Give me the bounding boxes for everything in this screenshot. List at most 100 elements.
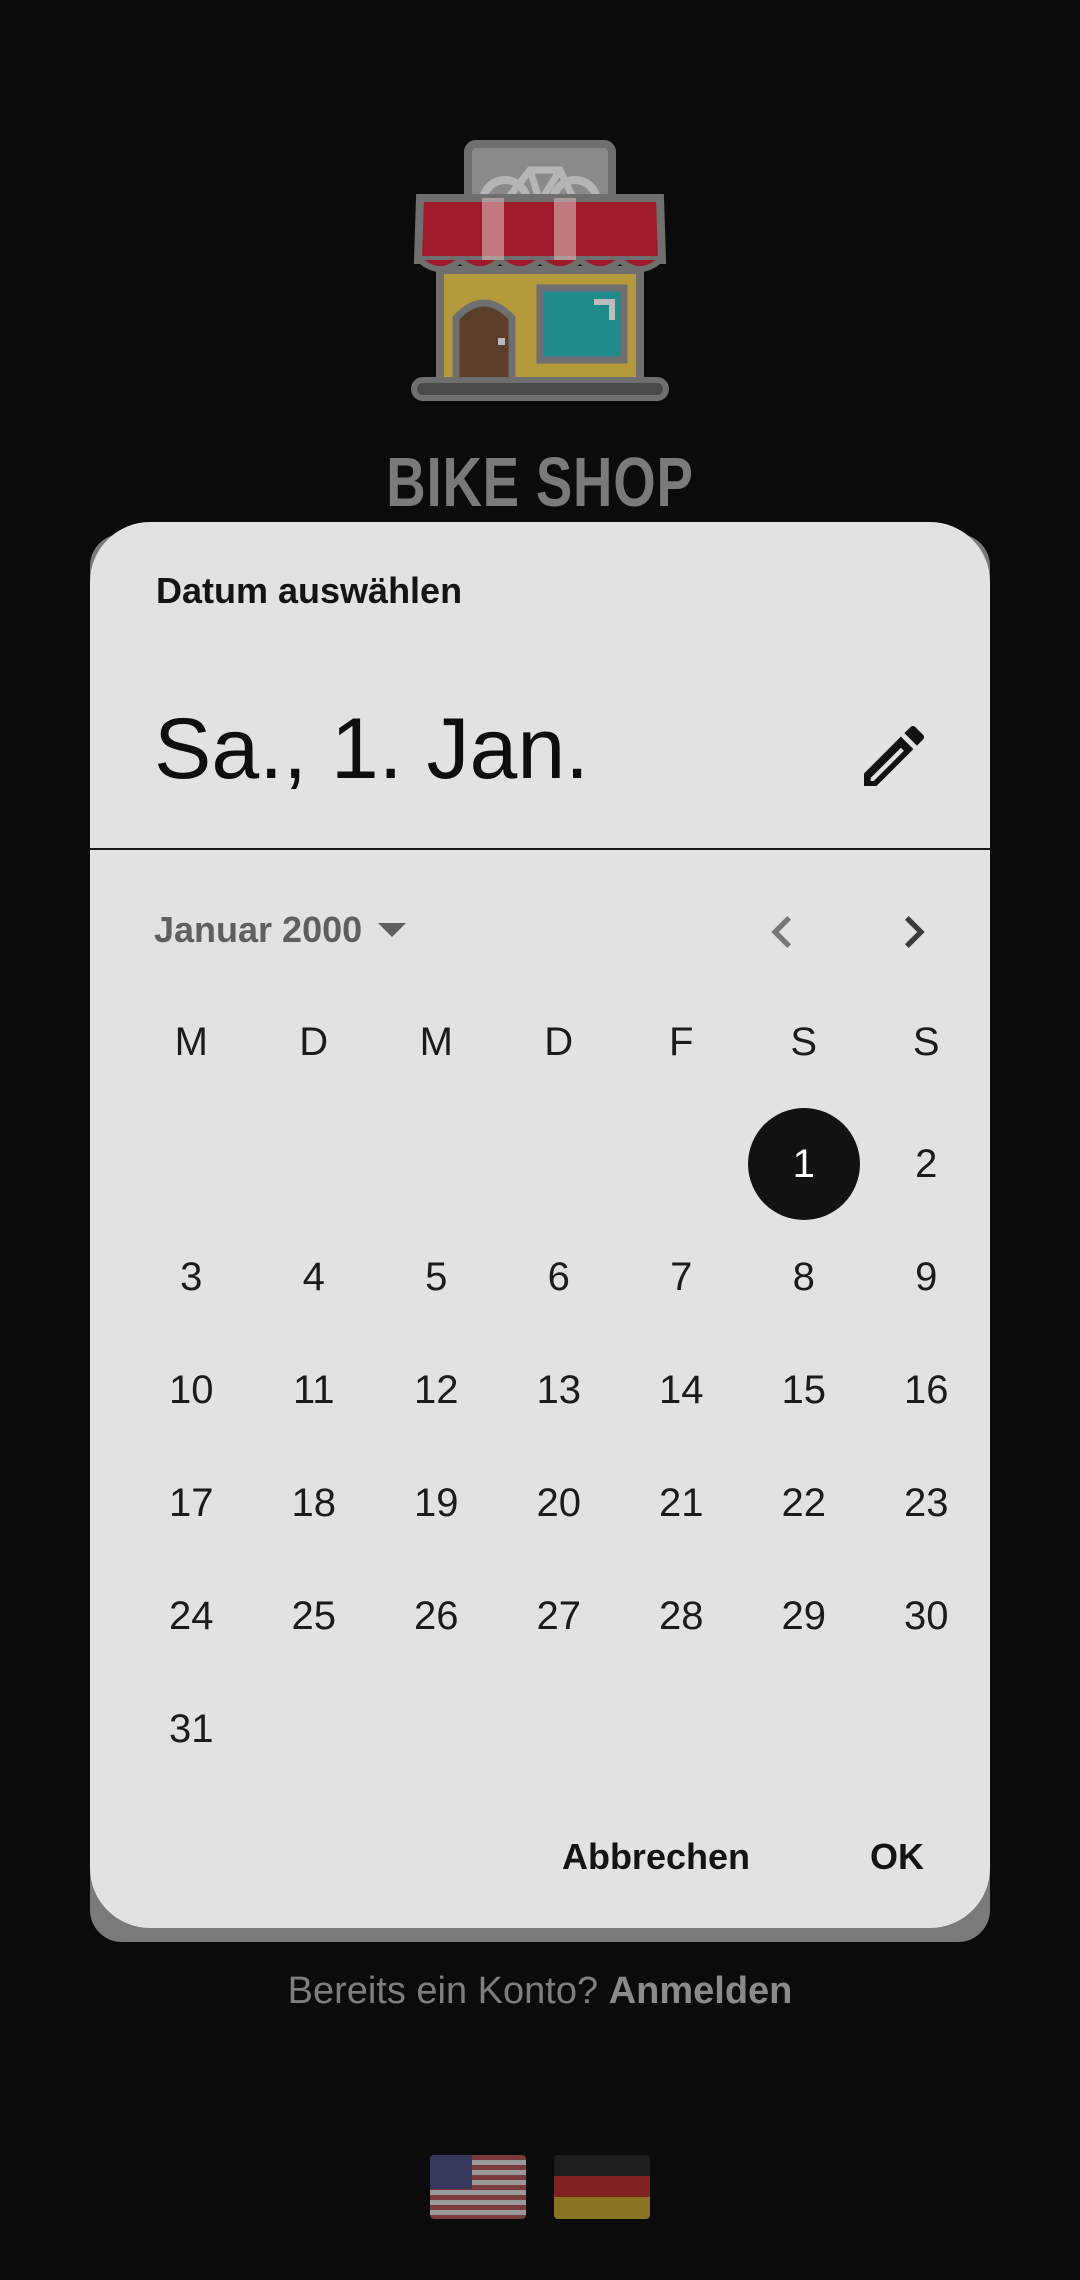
calendar-day-selected[interactable]: 1 [743, 1108, 866, 1220]
calendar-day-number: 10 [169, 1368, 214, 1412]
calendar-empty-cell [253, 1108, 376, 1220]
weekday-label: M [419, 1020, 453, 1064]
login-prompt-text: Bereits ein Konto? [287, 1970, 599, 2012]
cancel-button[interactable]: Abbrechen [562, 1836, 750, 1878]
ok-button[interactable]: OK [870, 1836, 924, 1878]
calendar-day-number: 8 [792, 1255, 815, 1299]
pencil-icon[interactable] [854, 716, 934, 796]
calendar-week-row: 12 [130, 1108, 988, 1220]
calendar-week-row: 3 4 5 6 7 8 9 [130, 1221, 988, 1333]
calendar-day[interactable]: 21 [620, 1447, 743, 1559]
calendar-empty-cell [498, 1673, 621, 1785]
login-link[interactable]: Anmelden [609, 1970, 793, 2012]
calendar-day[interactable]: 6 [498, 1221, 621, 1333]
weekday-label: D [544, 1020, 574, 1064]
calendar-day-number: 14 [659, 1368, 704, 1412]
calendar-empty-cell [375, 1673, 498, 1785]
calendar-day-number: 24 [169, 1594, 214, 1638]
calendar-day-number: 31 [169, 1707, 214, 1751]
dialog-actions: Abbrechen OK [562, 1836, 924, 1878]
calendar-day[interactable]: 19 [375, 1447, 498, 1559]
calendar-day[interactable]: 11 [253, 1334, 376, 1446]
calendar-day[interactable]: 29 [743, 1560, 866, 1672]
calendar-day[interactable]: 18 [253, 1447, 376, 1559]
calendar-day[interactable]: 31 [130, 1673, 253, 1785]
dialog-title: Datum auswählen [156, 570, 463, 611]
calendar-day[interactable]: 30 [865, 1560, 988, 1672]
calendar-day[interactable]: 10 [130, 1334, 253, 1446]
calendar-day-number: 23 [904, 1481, 949, 1525]
calendar-day[interactable]: 22 [743, 1447, 866, 1559]
calendar-empty-cell [498, 1108, 621, 1220]
calendar-day-number: 19 [414, 1481, 459, 1525]
calendar-day-number: 3 [180, 1255, 203, 1299]
calendar-day-number: 27 [536, 1594, 582, 1638]
chevron-left-icon[interactable] [750, 900, 814, 964]
us-flag-icon[interactable] [430, 2155, 526, 2219]
calendar-day[interactable]: 20 [498, 1447, 621, 1559]
calendar-day-number: 30 [904, 1594, 949, 1638]
calendar-day[interactable]: 9 [865, 1221, 988, 1333]
calendar-day[interactable]: 25 [253, 1560, 376, 1672]
calendar-day-number: 25 [291, 1594, 337, 1638]
calendar-day[interactable]: 24 [130, 1560, 253, 1672]
calendar-day-number: 17 [169, 1481, 214, 1525]
calendar-week-row: 31 [130, 1673, 988, 1785]
chevron-right-icon[interactable] [882, 900, 946, 964]
selected-date-headline: Sa., 1. Jan. [154, 701, 590, 797]
calendar-empty-cell [865, 1673, 988, 1785]
calendar-day[interactable]: 15 [743, 1334, 866, 1446]
calendar-week-row: 10 11 12 13 14 15 16 [130, 1334, 988, 1446]
calendar-day-number: 16 [904, 1368, 949, 1412]
calendar-day-number: 7 [670, 1255, 693, 1299]
month-year-label: Januar 2000 [154, 909, 363, 950]
calendar-day[interactable]: 17 [130, 1447, 253, 1559]
calendar-empty-cell [620, 1108, 743, 1220]
calendar-day[interactable]: 14 [620, 1334, 743, 1446]
calendar-day-number: 20 [536, 1481, 582, 1525]
brand-title: BIKE SHOP [386, 443, 694, 521]
calendar-empty-cell [375, 1108, 498, 1220]
calendar-empty-cell [130, 1108, 253, 1220]
calendar-day-number: 9 [915, 1255, 938, 1299]
calendar-day-number: 26 [414, 1594, 459, 1638]
calendar-day[interactable]: 23 [865, 1447, 988, 1559]
calendar-day[interactable]: 27 [498, 1560, 621, 1672]
month-year-selector[interactable]: Januar 2000 [154, 900, 407, 960]
calendar-day[interactable]: 12 [375, 1334, 498, 1446]
calendar-day[interactable]: 5 [375, 1221, 498, 1333]
de-flag-icon[interactable] [554, 2155, 650, 2219]
calendar-day[interactable]: 13 [498, 1334, 621, 1446]
calendar-day-number: 1 [747, 1108, 860, 1220]
calendar-empty-cell [743, 1673, 866, 1785]
dropdown-caret-icon [378, 923, 407, 937]
date-picker-dialog: Datum auswählen Sa., 1. Jan. Januar 2000… [90, 522, 990, 1928]
bike-shop-logo [411, 140, 669, 401]
calendar-day-number: 4 [302, 1255, 325, 1299]
calendar-day[interactable]: 28 [620, 1560, 743, 1672]
calendar-day[interactable]: 8 [743, 1221, 866, 1333]
calendar-day[interactable]: 2 [865, 1108, 988, 1220]
weekday-label: S [912, 1020, 940, 1064]
weekday-label: M [174, 1020, 208, 1064]
calendar-day[interactable]: 3 [130, 1221, 253, 1333]
calendar-day[interactable]: 7 [620, 1221, 743, 1333]
calendar-day-number: 21 [659, 1481, 704, 1525]
calendar-day[interactable]: 26 [375, 1560, 498, 1672]
calendar-day-number: 2 [915, 1142, 938, 1186]
calendar-day-number: 6 [547, 1255, 570, 1299]
calendar-day-number: 12 [414, 1368, 459, 1412]
weekday-label: F [669, 1020, 694, 1064]
calendar-day-number: 5 [425, 1255, 448, 1299]
calendar-day-number: 22 [781, 1481, 827, 1525]
weekday-label: D [299, 1020, 329, 1064]
calendar-empty-cell [253, 1673, 376, 1785]
calendar-day[interactable]: 4 [253, 1221, 376, 1333]
calendar-day-number: 29 [781, 1594, 827, 1638]
weekday-header: M D M D F S S [130, 1020, 988, 1065]
calendar-day[interactable]: 16 [865, 1334, 988, 1446]
header-divider [90, 848, 990, 850]
calendar-day-number: 11 [292, 1368, 335, 1412]
calendar-day-number: 13 [536, 1368, 582, 1412]
weekday-label: S [790, 1020, 818, 1064]
